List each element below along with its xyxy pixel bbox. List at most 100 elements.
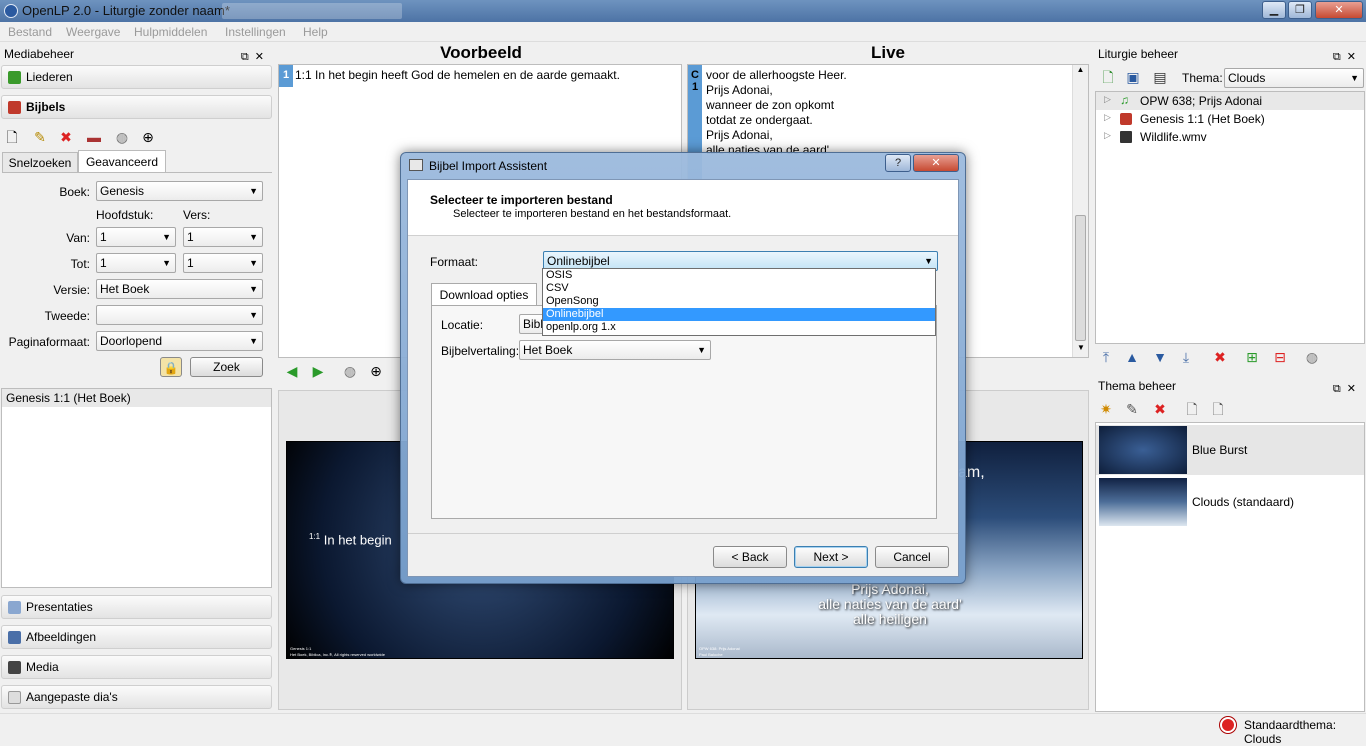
tweede-combo[interactable]: ▼ <box>96 305 263 325</box>
presentaties-button[interactable]: Presentaties <box>1 595 272 619</box>
scroll-thumb[interactable] <box>1075 215 1086 341</box>
new-theme-icon[interactable]: ✷ <box>1098 401 1114 417</box>
option-csv[interactable]: CSV <box>543 282 935 295</box>
option-osis[interactable]: OSIS <box>543 269 935 282</box>
move-up-icon[interactable]: ▲ <box>1124 349 1140 365</box>
expand-arrow-icon[interactable]: ▷ <box>1104 130 1111 141</box>
dialog-help-button[interactable]: ? <box>885 154 911 172</box>
add-to-service-icon[interactable]: ⊕ <box>140 129 156 145</box>
previous-icon[interactable]: ◀ <box>284 363 300 379</box>
boek-label: Boek: <box>59 185 90 199</box>
edit-icon[interactable]: ✎ <box>32 129 48 145</box>
edit-theme-icon[interactable]: ✎ <box>1124 401 1140 417</box>
maximize-button[interactable]: ❐ <box>1288 1 1312 19</box>
minimize-button[interactable]: ▁ <box>1262 1 1286 19</box>
dock-float-close-icon[interactable]: ⧉✕ <box>1333 379 1362 399</box>
collapse-all-icon[interactable]: ⊟ <box>1272 349 1288 365</box>
move-bottom-icon[interactable]: ⤓ <box>1178 349 1194 365</box>
media-label: Media <box>26 660 59 674</box>
move-down-icon[interactable]: ▼ <box>1152 349 1168 365</box>
option-openlp-org[interactable]: openlp.org 1.x <box>543 321 935 334</box>
go-live-icon[interactable]: ◍ <box>1304 349 1320 365</box>
live-lyrics[interactable]: voor de allerhoogste Heer. Prijs Adonai,… <box>706 68 847 158</box>
list-item[interactable]: ▷ ♫ OPW 638; Prijs Adonai <box>1096 92 1364 110</box>
openlp-logo-icon <box>4 4 18 18</box>
zoek-button[interactable]: Zoek <box>190 357 263 377</box>
lock-button[interactable]: 🔒 <box>160 357 182 377</box>
menu-help[interactable]: Help <box>303 25 328 39</box>
live-icon[interactable]: ◍ <box>114 129 130 145</box>
scroll-up-icon[interactable]: ▲ <box>1073 65 1088 74</box>
afbeeldingen-label: Afbeeldingen <box>26 630 97 644</box>
dock-float-close-icon[interactable]: ⧉✕ <box>241 47 270 67</box>
import-theme-icon[interactable]: 🗋 <box>1184 401 1200 417</box>
status-text: Standaardthema: Clouds <box>1244 718 1337 746</box>
next-icon[interactable]: ▶ <box>310 363 326 379</box>
menu-bestand[interactable]: Bestand <box>8 25 52 39</box>
next-button[interactable]: Next > <box>794 546 868 568</box>
list-item[interactable]: Clouds (standaard) <box>1096 477 1364 527</box>
theme-thumbnail <box>1099 426 1187 474</box>
close-button[interactable]: ✕ <box>1315 1 1363 19</box>
add-to-service-icon[interactable]: ⊕ <box>368 363 384 379</box>
preview-footer-1: Genesis 1:1 <box>290 646 312 651</box>
list-item[interactable]: ▷ Wildlife.wmv <box>1096 128 1364 146</box>
afbeeldingen-button[interactable]: Afbeeldingen <box>1 625 272 649</box>
vertaling-value: Het Boek <box>523 343 573 357</box>
new-service-icon[interactable]: 🗋 <box>1100 69 1116 85</box>
expand-all-icon[interactable]: ⊞ <box>1244 349 1260 365</box>
back-button[interactable]: < Back <box>713 546 787 568</box>
vertaling-combo[interactable]: Het Boek ▼ <box>519 340 711 360</box>
menu-instellingen[interactable]: Instellingen <box>225 25 286 39</box>
lock-icon: 🔒 <box>163 361 179 375</box>
dialog-close-button[interactable]: ✕ <box>913 154 959 172</box>
tot-vers-combo[interactable]: 1 ▼ <box>183 253 263 273</box>
option-onlinebijbel[interactable]: Onlinebijbel <box>543 308 935 321</box>
paginaformaat-combo[interactable]: Doorlopend ▼ <box>96 331 263 351</box>
open-service-icon[interactable]: ▣ <box>1125 69 1141 85</box>
delete-icon[interactable]: ✖ <box>58 129 74 145</box>
save-service-icon[interactable]: ▤ <box>1152 69 1168 85</box>
go-live-icon[interactable]: ◍ <box>342 363 358 379</box>
tot-hoofdstuk-combo[interactable]: 1 ▼ <box>96 253 176 273</box>
expand-arrow-icon[interactable]: ▷ <box>1104 112 1111 123</box>
aangepaste-dias-button[interactable]: Aangepaste dia's <box>1 685 272 709</box>
status-bar: Standaardthema: Clouds <box>0 713 1366 746</box>
van-hoofdstuk-combo[interactable]: 1 ▼ <box>96 227 176 247</box>
cancel-button[interactable]: Cancel <box>875 546 949 568</box>
van-vers-combo[interactable]: 1 ▼ <box>183 227 263 247</box>
media-button[interactable]: Media <box>1 655 272 679</box>
thema-combo[interactable]: Clouds ▼ <box>1224 68 1364 88</box>
tab-snelzoeken[interactable]: Snelzoeken <box>2 152 78 172</box>
custom-slide-icon <box>8 691 21 704</box>
boek-combo[interactable]: Genesis ▼ <box>96 181 263 201</box>
menu-weergave[interactable]: Weergave <box>66 25 120 39</box>
delete-icon[interactable]: ✖ <box>1212 349 1228 365</box>
theme-thumbnail <box>1099 478 1187 526</box>
option-opensong[interactable]: OpenSong <box>543 295 935 308</box>
preview-row-text[interactable]: 1:1 In het begin heeft God de hemelen en… <box>295 68 620 82</box>
versie-combo[interactable]: Het Boek ▼ <box>96 279 263 299</box>
bijbels-button[interactable]: Bijbels <box>1 95 272 119</box>
media-manager-title: Mediabeheer <box>4 47 75 61</box>
scroll-down-icon[interactable]: ▼ <box>1073 343 1089 352</box>
list-item[interactable]: Genesis 1:1 (Het Boek) <box>2 389 271 407</box>
delete-icon[interactable]: ✖ <box>1152 401 1168 417</box>
new-icon[interactable]: 🗋 <box>4 129 20 145</box>
tab-download-opties[interactable]: Download opties <box>431 283 537 305</box>
chevron-down-icon: ▼ <box>249 336 258 346</box>
menu-hulpmiddelen[interactable]: Hulpmiddelen <box>134 25 207 39</box>
list-item[interactable]: Blue Burst <box>1096 425 1364 475</box>
dock-float-close-icon[interactable]: ⧉✕ <box>1333 47 1362 67</box>
tab-geavanceerd[interactable]: Geavanceerd <box>78 150 166 172</box>
chevron-down-icon: ▼ <box>1350 73 1359 83</box>
list-item[interactable]: ▷ Genesis 1:1 (Het Boek) <box>1096 110 1364 128</box>
export-theme-icon[interactable]: 🗋 <box>1210 401 1226 417</box>
live-line: Prijs Adonai, <box>706 83 773 97</box>
aangepaste-dias-label: Aangepaste dia's <box>26 690 118 704</box>
live-scrollbar[interactable]: ▲ ▼ <box>1072 65 1088 357</box>
expand-arrow-icon[interactable]: ▷ <box>1104 94 1111 105</box>
liederen-button[interactable]: Liederen <box>1 65 272 89</box>
preview-icon[interactable]: ▬ <box>86 129 102 145</box>
move-top-icon[interactable]: ⤒ <box>1098 349 1114 365</box>
